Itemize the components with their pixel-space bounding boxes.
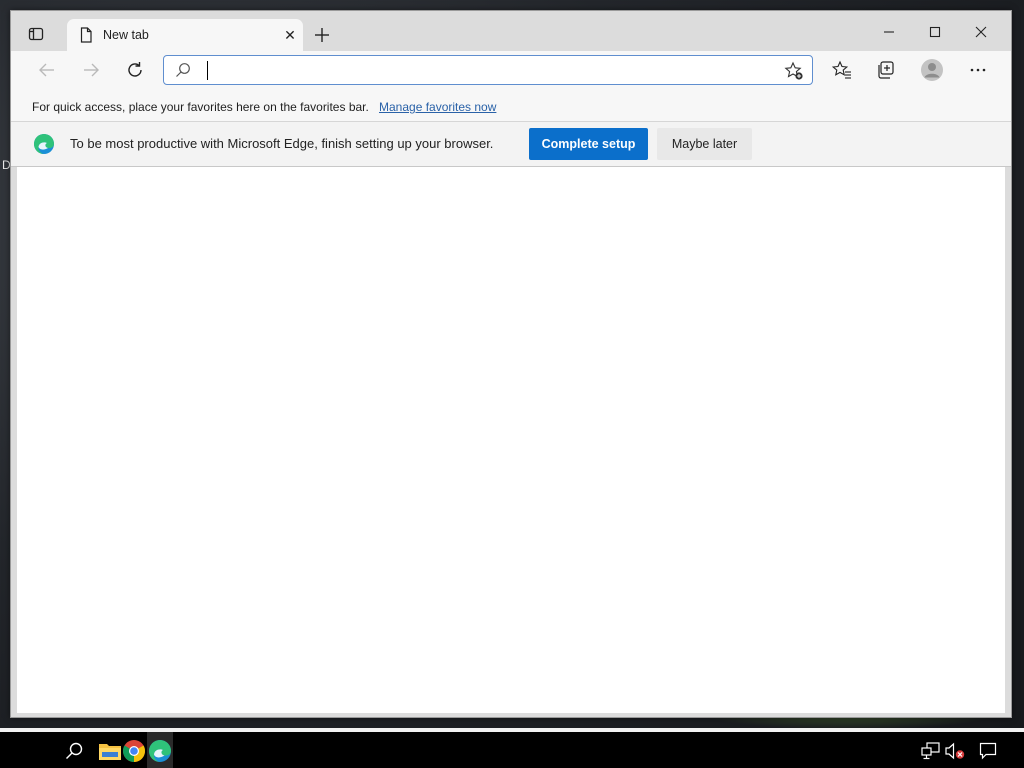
minimize-icon xyxy=(884,31,894,33)
favorites-icon xyxy=(832,60,851,79)
tab-new-tab[interactable]: New tab ✕ xyxy=(67,19,303,51)
notifications-button[interactable] xyxy=(977,740,999,762)
complete-setup-button[interactable]: Complete setup xyxy=(529,128,648,160)
collections-icon xyxy=(878,61,894,79)
maybe-later-button[interactable]: Maybe later xyxy=(657,128,752,160)
chrome-button[interactable] xyxy=(121,738,147,764)
more-icon xyxy=(970,68,986,72)
manage-favorites-link[interactable]: Manage favorites now xyxy=(379,100,496,114)
navigation-toolbar xyxy=(11,51,1011,93)
refresh-button[interactable] xyxy=(120,55,150,85)
page-content-area[interactable] xyxy=(17,167,1005,713)
address-input[interactable] xyxy=(204,59,768,83)
close-icon xyxy=(975,26,987,38)
edge-icon xyxy=(149,740,171,762)
edge-logo-icon xyxy=(33,133,55,155)
volume-button[interactable] xyxy=(944,740,966,762)
title-bar: New tab ✕ xyxy=(11,11,1011,51)
tab-title: New tab xyxy=(103,28,149,42)
back-button[interactable] xyxy=(32,55,62,85)
folder-icon xyxy=(99,744,121,760)
plus-icon xyxy=(315,28,329,42)
new-tab-button[interactable] xyxy=(311,24,333,46)
volume-muted-icon xyxy=(945,742,965,760)
search-icon xyxy=(175,62,191,78)
add-favorite-icon[interactable] xyxy=(784,61,804,81)
page-icon xyxy=(77,26,95,44)
minimize-button[interactable] xyxy=(867,19,911,45)
network-button[interactable] xyxy=(920,740,942,762)
setup-message: To be most productive with Microsoft Edg… xyxy=(70,136,494,151)
text-caret xyxy=(207,61,208,80)
favorites-button[interactable] xyxy=(827,55,857,85)
refresh-icon xyxy=(128,62,142,77)
setup-banner: To be most productive with Microsoft Edg… xyxy=(11,121,1011,167)
profile-icon xyxy=(921,59,943,81)
more-button[interactable] xyxy=(963,55,993,85)
search-icon xyxy=(66,742,83,759)
browser-window: New tab ✕ For quick access, place your f… xyxy=(10,10,1012,718)
notifications-icon xyxy=(979,742,997,760)
address-bar[interactable] xyxy=(163,55,813,85)
profile-button[interactable] xyxy=(917,55,947,85)
maximize-icon xyxy=(929,26,941,38)
close-window-button[interactable] xyxy=(959,19,1003,45)
close-tab-icon[interactable]: ✕ xyxy=(281,26,299,44)
file-explorer-button[interactable] xyxy=(97,738,123,764)
maximize-button[interactable] xyxy=(913,19,957,45)
network-icon xyxy=(921,742,940,760)
favorites-bar-hint: For quick access, place your favorites h… xyxy=(32,100,369,114)
taskbar xyxy=(0,728,1024,768)
favorites-bar: For quick access, place your favorites h… xyxy=(11,93,1011,121)
collections-button[interactable] xyxy=(871,55,901,85)
edge-taskbar-button[interactable] xyxy=(147,738,173,764)
chrome-icon xyxy=(123,740,145,762)
tab-actions-icon[interactable] xyxy=(25,23,47,45)
back-arrow-icon xyxy=(39,63,54,77)
forward-arrow-icon xyxy=(84,63,99,77)
taskbar-search-button[interactable] xyxy=(61,738,87,764)
forward-button[interactable] xyxy=(76,55,106,85)
